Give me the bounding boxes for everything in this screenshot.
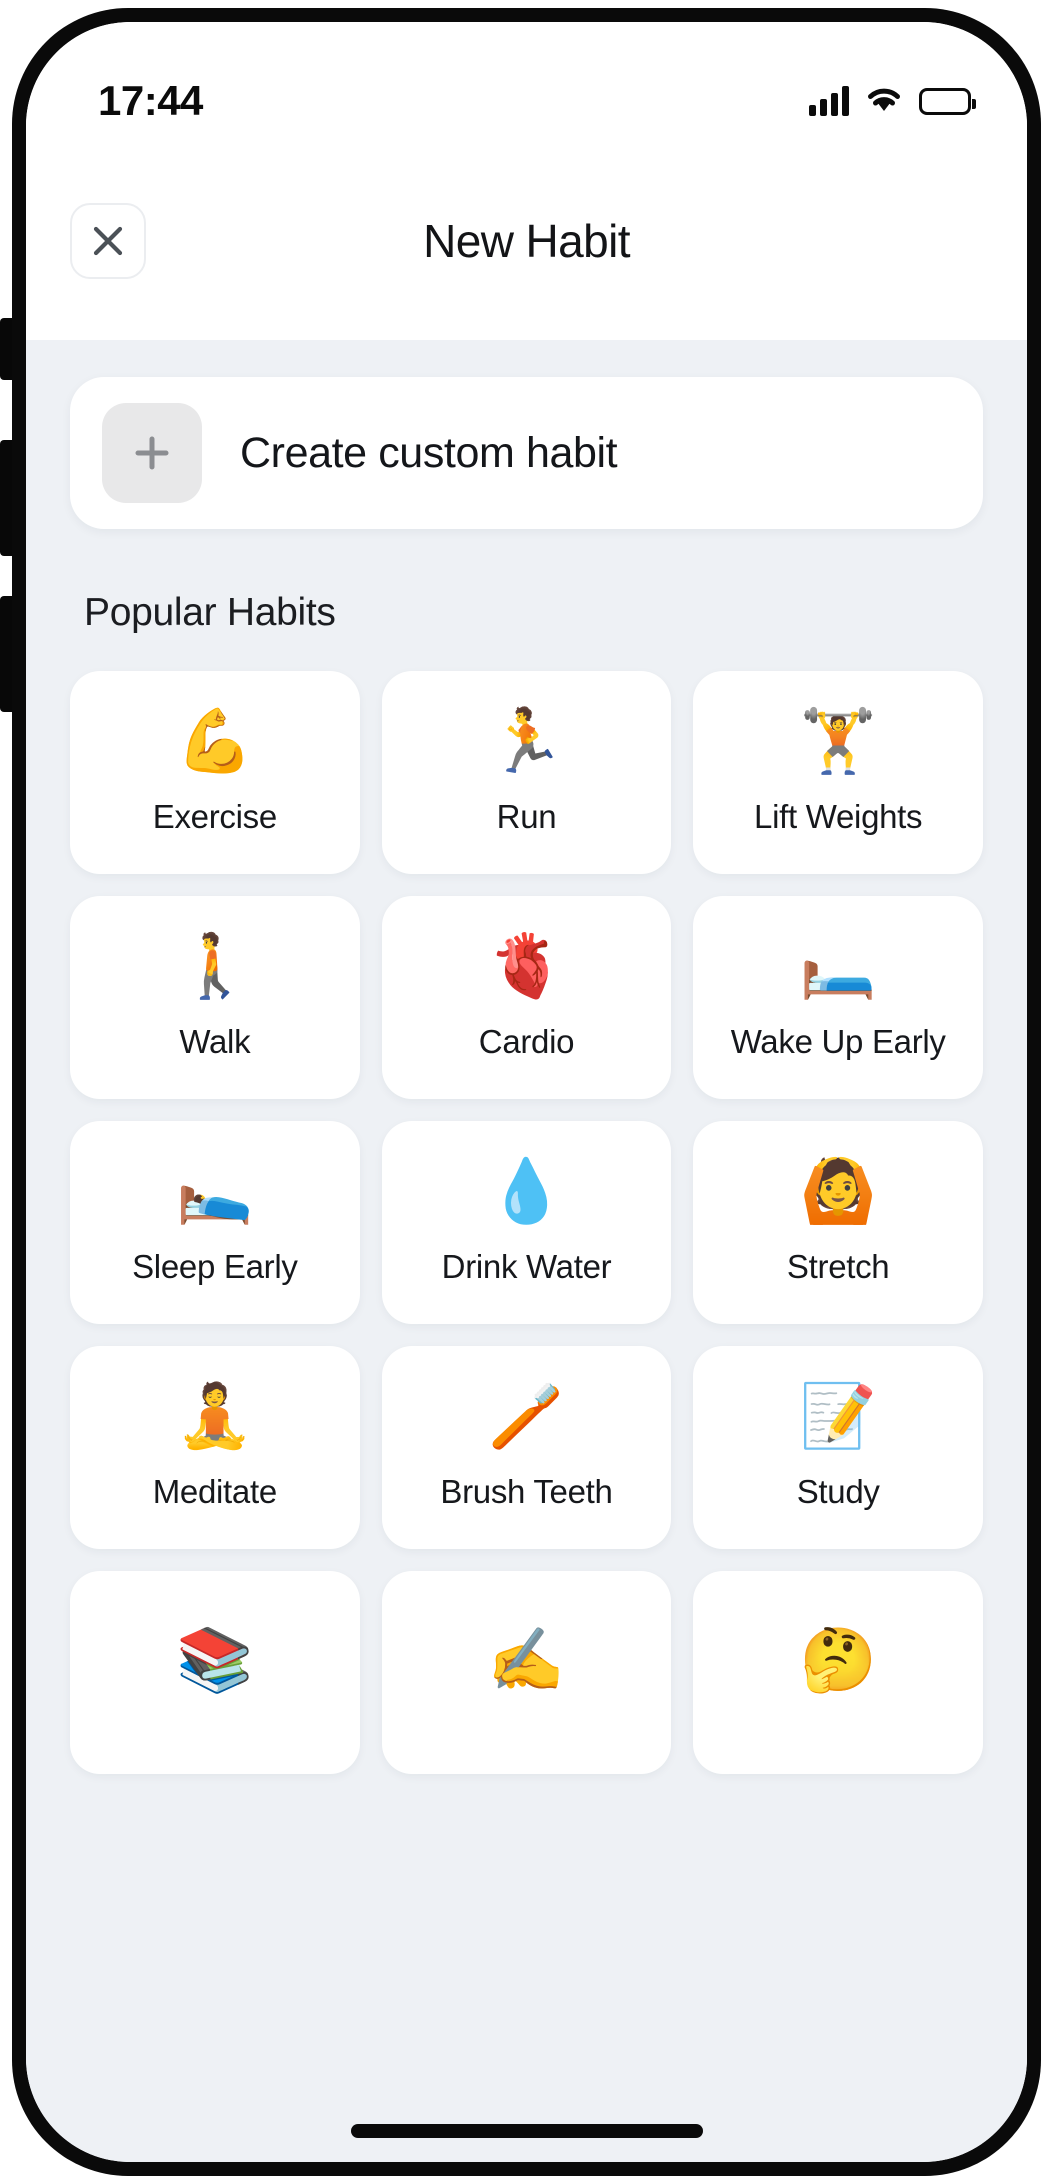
screenshot-stage: 17:44 New Habit Create custom habit Popu… <box>0 0 1053 2184</box>
status-clock: 17:44 <box>98 77 203 124</box>
bed-icon: 🛏️ <box>799 928 877 1002</box>
habit-label: Drink Water <box>441 1247 612 1285</box>
phone-frame: 17:44 New Habit Create custom habit Popu… <box>12 8 1041 2176</box>
habit-card[interactable]: 🛌 Sleep Early <box>70 1121 360 1324</box>
home-indicator[interactable] <box>350 2124 703 2138</box>
flexed-biceps-icon: 💪 <box>176 703 254 777</box>
person-gesturing-ok-icon: 🙆 <box>799 1153 877 1227</box>
create-custom-habit-label: Create custom habit <box>240 428 618 477</box>
habit-card[interactable]: 📝 Study <box>693 1346 983 1549</box>
status-bar: 17:44 <box>26 22 1027 142</box>
habit-label: Cardio <box>478 1022 575 1060</box>
habit-card[interactable]: 💪 Exercise <box>70 671 360 874</box>
habit-label: Stretch <box>786 1247 890 1285</box>
running-person-icon: 🏃 <box>487 703 566 777</box>
close-icon <box>90 223 126 259</box>
habit-card[interactable]: ✍️ <box>381 1571 672 1774</box>
habit-card[interactable]: 🤔 <box>693 1571 983 1774</box>
habit-card[interactable]: 🛏️ Wake Up Early <box>693 896 983 1099</box>
habit-label: Meditate <box>152 1472 277 1510</box>
page-title: New Habit <box>423 215 630 267</box>
status-icons <box>809 85 976 118</box>
wifi-icon <box>865 85 903 118</box>
habit-label: Brush Teeth <box>440 1472 613 1510</box>
person-in-bed-icon: 🛌 <box>176 1153 254 1227</box>
habit-card[interactable]: 🚶 Walk <box>70 896 360 1099</box>
habit-card[interactable]: 🫀 Cardio <box>381 896 672 1099</box>
habit-card[interactable]: 🧘 Meditate <box>70 1346 360 1549</box>
phone-screen: 17:44 New Habit Create custom habit Popu… <box>26 22 1027 2162</box>
popular-habits-grid: 💪 Exercise 🏃 Run 🏋️ Lift Weights 🚶 Walk <box>70 671 983 1774</box>
walking-person-icon: 🚶 <box>176 928 254 1002</box>
habit-card[interactable]: 💧 Drink Water <box>381 1121 672 1324</box>
plus-icon <box>102 403 202 503</box>
habit-card[interactable]: 🙆 Stretch <box>693 1121 983 1324</box>
content-scroll-area[interactable]: Create custom habit Popular Habits 💪 Exe… <box>26 340 1027 2162</box>
weight-lifter-icon: 🏋️ <box>799 703 877 777</box>
memo-icon: 📝 <box>799 1378 877 1452</box>
thinking-face-icon: 🤔 <box>799 1622 877 1696</box>
anatomical-heart-icon: 🫀 <box>487 928 566 1002</box>
writing-hand-icon: ✍️ <box>487 1622 566 1696</box>
habit-label: Lift Weights <box>754 797 923 835</box>
habit-label: Wake Up Early <box>730 1022 946 1060</box>
habit-card[interactable]: 🏋️ Lift Weights <box>693 671 983 874</box>
close-button[interactable] <box>70 203 146 279</box>
habit-card[interactable]: 📚 <box>70 1571 360 1774</box>
habit-label: Study <box>796 1472 880 1510</box>
nav-header: New Habit <box>26 142 1027 340</box>
books-icon: 📚 <box>176 1622 254 1696</box>
habit-card[interactable]: 🏃 Run <box>381 671 672 874</box>
signal-bars-icon <box>809 86 849 116</box>
habit-label: Run <box>496 797 557 835</box>
toothbrush-icon: 🪥 <box>487 1378 566 1452</box>
battery-icon <box>919 87 976 115</box>
habit-label: Walk <box>179 1022 251 1060</box>
habit-card[interactable]: 🪥 Brush Teeth <box>381 1346 672 1549</box>
person-in-lotus-position-icon: 🧘 <box>176 1378 254 1452</box>
water-droplet-icon: 💧 <box>487 1153 566 1227</box>
create-custom-habit-button[interactable]: Create custom habit <box>70 377 983 529</box>
habit-label: Sleep Early <box>132 1247 298 1285</box>
habit-label: Exercise <box>152 797 277 835</box>
popular-habits-heading: Popular Habits <box>84 591 336 634</box>
